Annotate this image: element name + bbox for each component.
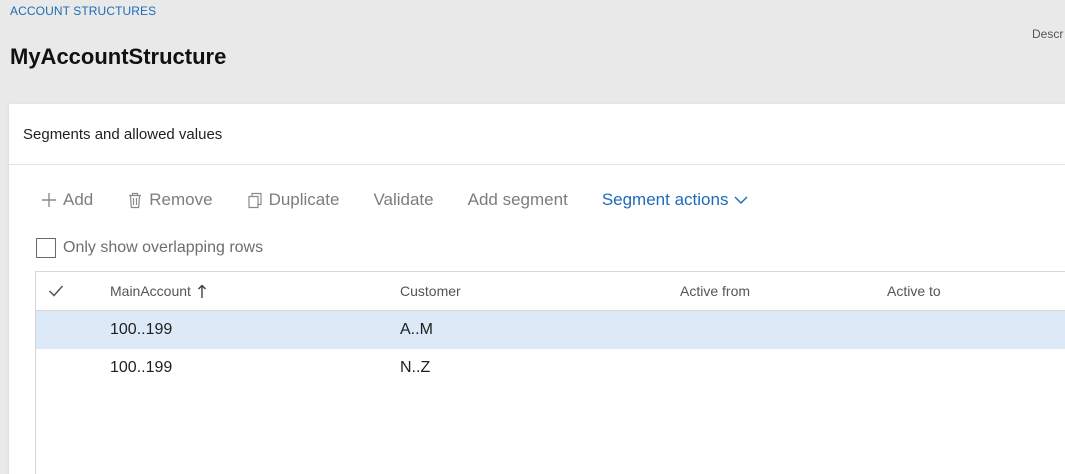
page-title: MyAccountStructure [10,44,227,69]
cell-mainaccount[interactable]: 100..199 [110,311,172,349]
grid-header: MainAccount Customer Active from Active … [35,271,1065,311]
add-label: Add [63,190,94,209]
mainaccount-header-label: MainAccount [110,283,191,299]
overlap-label[interactable]: Only show overlapping rows [63,239,263,257]
cell-customer[interactable]: A..M [400,311,433,349]
duplicate-label: Duplicate [268,190,340,209]
segment-actions-menu[interactable]: Segment actions [602,190,749,210]
column-header-active-from[interactable]: Active from [680,272,750,310]
add-button[interactable]: Add [41,190,93,210]
segments-card: Segments and allowed values Add Remove D… [9,104,1065,474]
validate-label: Validate [373,190,434,209]
remove-button[interactable]: Remove [127,190,213,210]
description-label: Descr [1032,27,1064,41]
cell-customer[interactable]: N..Z [400,349,430,387]
overlap-checkbox[interactable] [36,238,56,258]
card-header: Segments and allowed values [9,104,1065,165]
grid-empty-area [35,387,1065,474]
checkmark-icon [48,285,64,297]
remove-label: Remove [149,190,213,209]
segment-actions-label: Segment actions [601,190,729,209]
chevron-down-icon [734,196,748,204]
page: ACCOUNT STRUCTURES MyAccountStructure De… [0,0,1065,474]
segments-grid: MainAccount Customer Active from Active … [35,271,1065,474]
column-header-mainaccount[interactable]: MainAccount [110,272,207,310]
validate-button[interactable]: Validate [373,190,433,210]
table-row[interactable]: 100..199 A..M [35,311,1065,349]
plus-icon [42,193,56,207]
cell-mainaccount[interactable]: 100..199 [110,349,172,387]
add-segment-label: Add segment [467,190,568,209]
column-header-customer[interactable]: Customer [400,272,461,310]
copy-icon [247,192,262,208]
overlap-filter: Only show overlapping rows [36,238,263,258]
table-row[interactable]: 100..199 N..Z [35,349,1065,387]
column-header-active-to[interactable]: Active to [887,272,941,310]
breadcrumb[interactable]: ACCOUNT STRUCTURES [10,4,156,18]
add-segment-button[interactable]: Add segment [468,190,568,210]
arrow-up-icon [197,284,206,298]
duplicate-button[interactable]: Duplicate [247,190,340,210]
select-all-checkbox[interactable] [48,272,64,310]
action-toolbar: Add Remove Duplicate Validate Add segmen… [41,188,782,212]
trash-icon [129,192,142,208]
card-title[interactable]: Segments and allowed values [23,126,222,143]
